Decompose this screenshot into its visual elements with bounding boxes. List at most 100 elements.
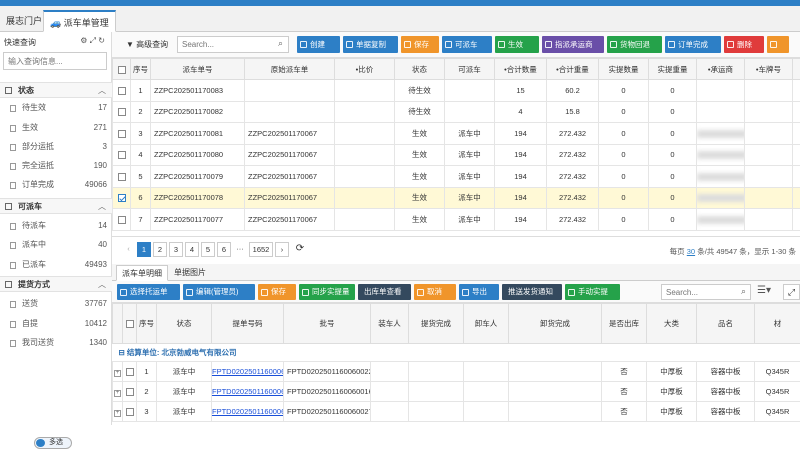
bill-link[interactable]: FPTD0202501160006 — [212, 367, 284, 376]
sidebar-item[interactable]: 已派车49493 — [0, 256, 112, 274]
col-header[interactable]: 状态 — [157, 304, 212, 344]
sidebar-item[interactable]: 部分运抵3 — [0, 138, 112, 156]
tab-dispatch-management[interactable]: 🚙 派车单管理 — [43, 10, 116, 32]
sidebar-group-status[interactable]: 状态︿ — [0, 82, 112, 98]
table-row[interactable]: 5ZZPC202501170079ZZPC202501170067生效派车中19… — [113, 166, 800, 188]
row-checkbox[interactable] — [113, 187, 131, 209]
sidebar-item[interactable]: 自提10412 — [0, 315, 112, 333]
row-checkbox[interactable] — [113, 166, 131, 188]
collapse-icon[interactable]: ⤢ — [90, 36, 96, 45]
col-header[interactable]: •比价 — [335, 59, 395, 80]
table-row[interactable]: 3ZZPC202501170081ZZPC202501170067生效派车中19… — [113, 123, 800, 145]
delete-button[interactable]: 删除 — [724, 36, 764, 53]
page-button[interactable]: 3 — [169, 242, 183, 257]
export-button[interactable]: 导出 — [459, 284, 499, 300]
col-header[interactable]: 原始派车单 — [245, 59, 335, 80]
col-header[interactable]: •合计重量 — [547, 59, 599, 80]
header-checkbox[interactable] — [113, 59, 131, 80]
col-settings[interactable] — [793, 59, 800, 80]
col-header[interactable]: 材 — [755, 304, 800, 344]
row-checkbox[interactable] — [123, 382, 137, 402]
sidebar-item[interactable]: 待生效17 — [0, 99, 112, 117]
col-header[interactable]: 实提数量 — [599, 59, 649, 80]
col-header[interactable]: 是否出库 — [602, 304, 647, 344]
col-header[interactable]: •合计数量 — [495, 59, 547, 80]
dispatchable-button[interactable]: 可派车 — [442, 36, 492, 53]
settings-icon[interactable]: ⚙ — [80, 36, 87, 45]
create-button[interactable]: 创建 — [297, 36, 340, 53]
row-checkbox[interactable] — [123, 362, 137, 382]
push-delivery-button[interactable]: 推送发货通知 — [502, 284, 562, 300]
collapse-icon[interactable]: ⊟ — [119, 348, 125, 357]
table-row[interactable]: 6ZZPC202501170078ZZPC202501170067生效派车中19… — [113, 187, 800, 209]
assign-carrier-button[interactable]: 指派承运商 — [542, 36, 604, 53]
detail-row[interactable]: +2派车中FPTD0202501160006FPTD02025011600600… — [113, 382, 800, 402]
order-complete-button[interactable]: 订单完成 — [665, 36, 721, 53]
page-button[interactable]: 5 — [201, 242, 215, 257]
columns-menu-icon[interactable]: ☰▾ — [757, 285, 771, 296]
group-row[interactable]: ⊟ 结算单位: 北京勃威电气有限公司 — [113, 344, 800, 362]
table-row[interactable]: 2ZZPC202501170082待生效415.800 — [113, 101, 800, 123]
edit-admin-button[interactable]: 编辑(管理员) — [183, 284, 255, 300]
prev-page-button[interactable]: ‹ — [122, 242, 135, 257]
col-header[interactable]: 状态 — [395, 59, 445, 80]
goods-return-button[interactable]: 货物回退 — [607, 36, 662, 53]
tab-dispatch-detail[interactable]: 派车单明细 — [116, 265, 168, 281]
bill-link[interactable]: FPTD0202501160006 — [212, 387, 284, 396]
sidebar-item[interactable]: 生效271 — [0, 119, 112, 137]
page-button[interactable]: 1652 — [249, 242, 273, 257]
sync-actual-button[interactable]: 同步实提量 — [299, 284, 355, 300]
expand-icon[interactable]: ⤢ — [783, 284, 800, 300]
col-header[interactable]: 可派车 — [445, 59, 495, 80]
per-page-select[interactable]: 30 — [687, 247, 695, 256]
sidebar-item[interactable]: 订单完成49066 — [0, 176, 112, 194]
col-header[interactable]: 派车单号 — [151, 59, 245, 80]
refresh-icon[interactable]: ⟳ — [293, 242, 307, 257]
expand-icon[interactable]: + — [113, 402, 123, 422]
col-header[interactable]: •承运商 — [697, 59, 745, 80]
col-header[interactable]: 序号 — [131, 59, 151, 80]
expand-icon[interactable]: + — [113, 382, 123, 402]
expand-icon[interactable]: + — [113, 362, 123, 382]
sidebar-search-input[interactable] — [3, 52, 107, 70]
table-row[interactable]: 4ZZPC202501170080ZZPC202501170067生效派车中19… — [113, 144, 800, 166]
multi-select-toggle[interactable]: 多选 — [34, 437, 72, 449]
detail-search-input[interactable] — [661, 284, 751, 300]
col-header[interactable]: 实提重量 — [649, 59, 697, 80]
row-checkbox[interactable] — [123, 402, 137, 422]
select-consignment-button[interactable]: 选择托运单 — [117, 284, 180, 300]
outbound-view-button[interactable]: 出库单查看 — [358, 284, 411, 300]
row-checkbox[interactable] — [113, 123, 131, 145]
col-header[interactable]: 装车人 — [371, 304, 409, 344]
page-button[interactable]: 2 — [153, 242, 167, 257]
page-button[interactable]: 4 — [185, 242, 199, 257]
sidebar-item[interactable]: 派车中40 — [0, 236, 112, 254]
next-page-button[interactable]: › — [275, 242, 289, 257]
header-checkbox[interactable] — [123, 304, 137, 344]
row-checkbox[interactable] — [113, 80, 131, 102]
copy-bill-button[interactable]: 单据复制 — [343, 36, 398, 53]
col-header[interactable]: 批号 — [284, 304, 371, 344]
main-search-input[interactable] — [177, 36, 289, 53]
sidebar-item[interactable]: 完全运抵190 — [0, 157, 112, 175]
col-header[interactable]: 卸货完成 — [509, 304, 602, 344]
sidebar-item[interactable]: 送货37767 — [0, 295, 112, 313]
col-header[interactable]: 序号 — [137, 304, 157, 344]
bill-link[interactable]: FPTD0202501160006 — [212, 407, 284, 416]
detail-save-button[interactable]: 保存 — [258, 284, 296, 300]
row-checkbox[interactable] — [113, 209, 131, 231]
tab-bill-images[interactable]: 单据图片 — [169, 265, 211, 281]
table-row[interactable]: 1ZZPC202501170083待生效1560.200 — [113, 80, 800, 102]
search-icon[interactable]: ⌕ — [278, 38, 283, 49]
advanced-query-button[interactable]: ▼ 高级查询 — [126, 39, 168, 50]
manual-actual-button[interactable]: 手动实提 — [565, 284, 620, 300]
sidebar-item[interactable]: 我司送货1340 — [0, 334, 112, 352]
sidebar-item[interactable]: 待派车14 — [0, 217, 112, 235]
detail-row[interactable]: +1派车中FPTD0202501160006FPTD02025011600600… — [113, 362, 800, 382]
cancel-button[interactable]: 取消 — [414, 284, 456, 300]
more-button[interactable] — [767, 36, 789, 53]
sidebar-group-dispatchable[interactable]: 可派车︿ — [0, 198, 112, 214]
row-checkbox[interactable] — [113, 101, 131, 123]
col-header[interactable]: •车牌号 — [745, 59, 793, 80]
col-header[interactable]: 提单号码 — [212, 304, 284, 344]
